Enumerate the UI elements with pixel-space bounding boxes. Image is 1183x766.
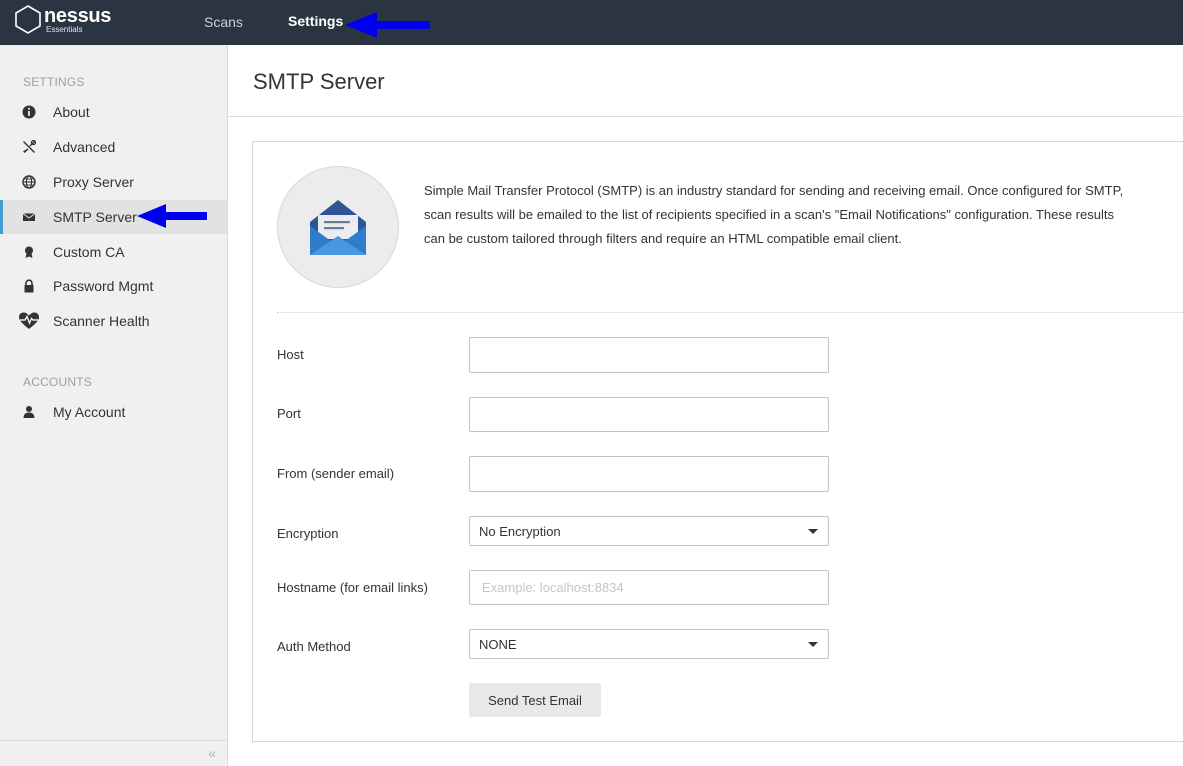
sidebar-collapse-bar: « [0, 740, 227, 766]
sidebar-item-proxy-server[interactable]: Proxy Server [0, 165, 227, 199]
heart-pulse-icon [19, 312, 39, 329]
sidebar-item-label: Proxy Server [53, 174, 134, 190]
mail-illustration [277, 166, 399, 288]
auth-method-select[interactable]: NONE [469, 629, 829, 659]
send-test-email-button[interactable]: Send Test Email [469, 683, 601, 717]
sidebar-item-label: Scanner Health [53, 313, 150, 329]
port-input[interactable] [469, 397, 829, 432]
page-title: SMTP Server [253, 69, 385, 94]
sender-email-input[interactable] [469, 456, 829, 492]
sidebar-item-label: About [53, 104, 90, 120]
hostname-label: Hostname (for email links) [277, 580, 428, 595]
sidebar-item-label: My Account [53, 404, 126, 420]
host-input[interactable] [469, 337, 829, 373]
sidebar-item-my-account[interactable]: My Account [0, 395, 227, 429]
sidebar-item-scanner-health[interactable]: Scanner Health [0, 304, 227, 338]
envelope-icon [22, 213, 36, 221]
info-icon [22, 105, 36, 119]
sidebar-item-about[interactable]: About [0, 95, 227, 129]
collapse-sidebar-icon[interactable]: « [208, 745, 216, 761]
title-divider [228, 116, 1183, 117]
caret-down-icon [808, 529, 818, 534]
envelope-open-icon [310, 200, 366, 255]
certificate-icon [25, 246, 33, 258]
sidebar-item-advanced[interactable]: Advanced [0, 130, 227, 164]
annotation-arrow-icon [137, 204, 207, 228]
lock-icon [24, 279, 34, 293]
host-label: Host [277, 347, 304, 362]
sidebar-item-label: Password Mgmt [53, 278, 154, 294]
user-icon [23, 406, 35, 418]
hostname-input[interactable] [469, 570, 829, 605]
port-label: Port [277, 406, 301, 421]
encryption-select[interactable]: No Encryption [469, 516, 829, 546]
sidebar-section-settings: SETTINGS [23, 75, 85, 89]
encryption-select-value: No Encryption [479, 524, 561, 539]
section-divider [277, 312, 1183, 313]
auth-method-label: Auth Method [277, 639, 351, 654]
sidebar-item-label: Custom CA [53, 244, 125, 260]
sidebar-section-accounts: ACCOUNTS [23, 375, 92, 389]
smtp-description: Simple Mail Transfer Protocol (SMTP) is … [424, 183, 1124, 246]
hexagon-logo-icon [15, 5, 41, 34]
top-bar: nessus Essentials Scans Settings [0, 0, 1183, 45]
from-label: From (sender email) [277, 466, 395, 481]
logo-subtitle: Essentials [46, 25, 83, 34]
nav-scans[interactable]: Scans [204, 14, 243, 30]
nessus-logo[interactable]: nessus Essentials [13, 4, 123, 40]
sidebar-item-label: SMTP Server [53, 209, 137, 225]
sidebar-item-custom-ca[interactable]: Custom CA [0, 235, 227, 269]
encryption-label: Encryption [277, 526, 339, 541]
sidebar-item-password-mgmt[interactable]: Password Mgmt [0, 269, 227, 303]
auth-method-select-value: NONE [479, 637, 517, 652]
globe-icon [22, 175, 36, 189]
tools-icon [23, 140, 36, 153]
caret-down-icon [808, 642, 818, 647]
annotation-arrow-icon [345, 12, 430, 38]
sidebar-item-label: Advanced [53, 139, 116, 155]
nav-settings[interactable]: Settings [288, 13, 343, 29]
sidebar: SETTINGS About Advanced Proxy Server SMT… [0, 45, 228, 766]
